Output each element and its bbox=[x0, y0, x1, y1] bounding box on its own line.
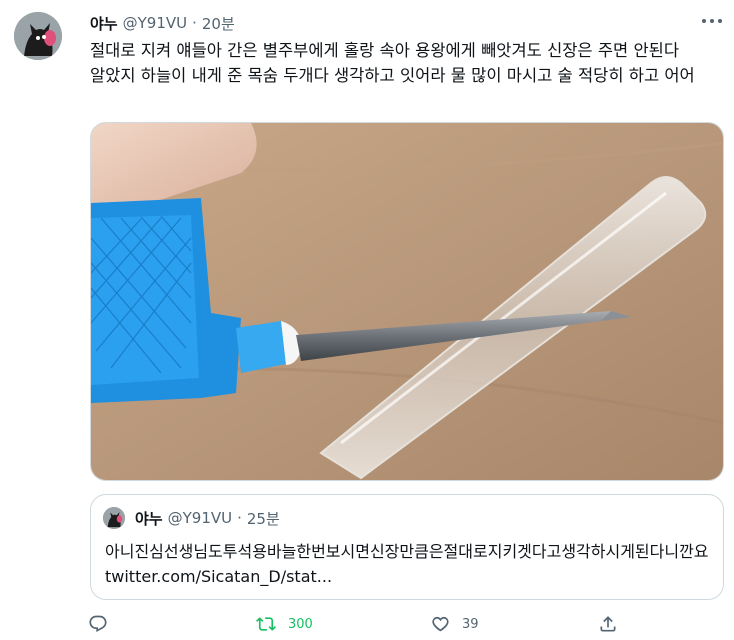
quoted-timestamp: 25분 bbox=[246, 509, 280, 528]
user-handle[interactable]: @Y91VU bbox=[123, 14, 188, 32]
quoted-text: 아니진심선생님도투석용바늘한번보시면신장만큼은절대로지키겟다고생각하시게된다니깐… bbox=[105, 542, 709, 586]
retweet-button[interactable]: 300 bbox=[256, 612, 313, 636]
tweet-header: 야누 @Y91VU · 20분 bbox=[90, 12, 235, 34]
reply-button[interactable] bbox=[88, 612, 120, 636]
display-name[interactable]: 야누 bbox=[90, 13, 118, 34]
reply-icon bbox=[89, 615, 107, 633]
tweet-text: 절대로 지켜 얘들아 간은 별주부에게 홀랑 속아 용왕에게 빼앗겨도 신장은 … bbox=[90, 41, 695, 85]
tweet-image[interactable] bbox=[90, 122, 724, 481]
timestamp[interactable]: 20분 bbox=[202, 13, 235, 34]
black-cat-avatar-icon bbox=[103, 507, 125, 529]
action-bar: 300 39 bbox=[88, 612, 628, 636]
like-icon bbox=[432, 616, 449, 632]
retweet-icon bbox=[256, 617, 276, 631]
quoted-separator-dot: · bbox=[237, 509, 242, 527]
avatar[interactable] bbox=[14, 12, 62, 60]
like-button[interactable]: 39 bbox=[430, 612, 479, 636]
quoted-header: 야누 @Y91VU · 25분 bbox=[135, 507, 280, 529]
share-icon bbox=[600, 616, 616, 632]
quoted-handle: @Y91VU bbox=[167, 509, 233, 527]
black-cat-avatar-icon bbox=[14, 12, 62, 60]
quoted-tweet[interactable]: 야누 @Y91VU · 25분 아니진심선생님도투석용바늘한번보시면신장만큼은절… bbox=[90, 494, 724, 600]
quoted-avatar bbox=[103, 507, 125, 529]
previous-tweet-strip: ··· ··· ··· bbox=[0, 0, 734, 6]
like-count: 39 bbox=[462, 616, 479, 632]
more-icon[interactable] bbox=[702, 14, 722, 28]
quoted-display-name: 야누 bbox=[135, 509, 163, 528]
needle-photo bbox=[91, 123, 723, 480]
retweet-count: 300 bbox=[288, 616, 313, 632]
share-button[interactable] bbox=[598, 612, 618, 636]
separator-dot: · bbox=[192, 14, 197, 32]
